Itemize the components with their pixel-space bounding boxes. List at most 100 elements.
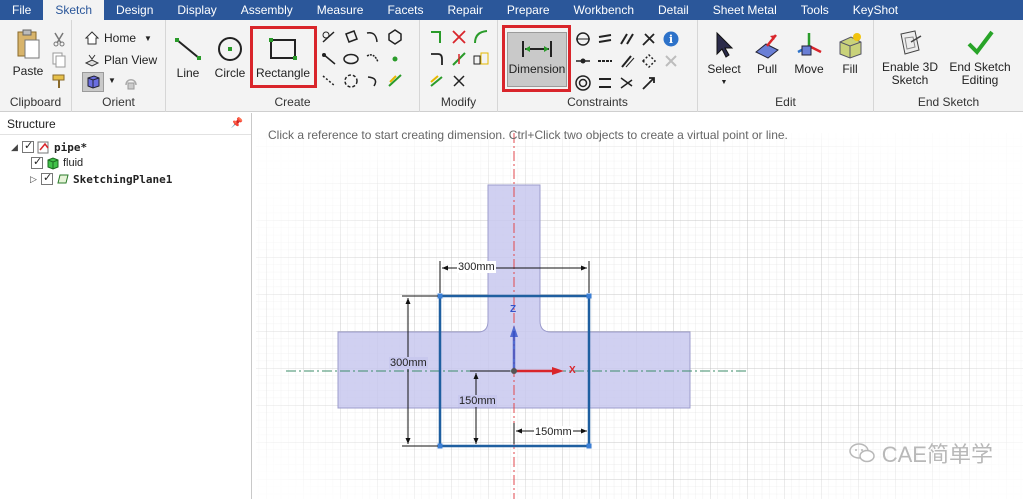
equal-length-icon[interactable] [596, 30, 614, 48]
tangent-constraint-icon[interactable] [618, 74, 636, 92]
menu-tab-repair[interactable]: Repair [435, 0, 494, 20]
menu-tab-facets[interactable]: Facets [375, 0, 435, 20]
concentric-constraint-icon[interactable] [574, 30, 592, 48]
paste-icon [17, 29, 40, 59]
select-label: Select [707, 62, 741, 76]
three-point-circle-icon[interactable] [342, 72, 360, 90]
horizontal-constraint-icon[interactable] [596, 52, 614, 70]
menu-tab-display[interactable]: Display [165, 0, 228, 20]
polygon-icon[interactable] [386, 28, 404, 46]
modify-group: Modify [420, 20, 498, 112]
tangent-arc-icon[interactable] [364, 72, 382, 90]
menu-tab-assembly[interactable]: Assembly [229, 0, 305, 20]
offset-curve-icon[interactable] [428, 72, 446, 90]
home-button[interactable]: Home ▼ [84, 30, 152, 46]
rectangle-corner-handle[interactable] [437, 293, 443, 299]
menu-tab-measure[interactable]: Measure [305, 0, 376, 20]
trim-away-icon[interactable] [450, 28, 468, 46]
info-icon[interactable]: i [662, 30, 680, 48]
rectangle-corner-handle[interactable] [586, 443, 592, 449]
enable-3d-sketch-button[interactable]: Enable 3D Sketch [878, 28, 942, 87]
collapse-triangle-icon[interactable]: ◢ [10, 142, 19, 153]
circle-icon [218, 37, 242, 61]
line-button[interactable]: Line [171, 34, 205, 80]
three-point-rectangle-icon[interactable] [342, 28, 360, 46]
fixed-constraint-icon[interactable] [574, 74, 592, 92]
face-curve-icon[interactable] [386, 72, 404, 90]
extend-curve-icon[interactable] [450, 72, 468, 90]
scale-icon[interactable] [472, 50, 490, 68]
parallel-constraint-icon[interactable] [618, 30, 636, 48]
cut-icon[interactable] [50, 30, 68, 48]
menu-tab-file[interactable]: File [0, 0, 43, 20]
end-sketch-editing-button[interactable]: End Sketch Editing [946, 28, 1014, 87]
dimension-bottom-label[interactable]: 150mm [534, 426, 573, 438]
create-rounded-corner-icon[interactable] [428, 50, 446, 68]
menu-tab-design[interactable]: Design [104, 0, 165, 20]
tree-item-sketching-plane[interactable]: ▷ SketchingPlane1 [29, 171, 172, 187]
rotate-view-icon[interactable] [122, 73, 140, 91]
tree-item-pipe[interactable]: ◢ pipe* [10, 139, 87, 155]
fill-button[interactable]: Fill [832, 30, 868, 76]
view-cube-button[interactable] [82, 72, 104, 92]
copy-icon[interactable] [50, 51, 68, 69]
menu-tab-detail[interactable]: Detail [646, 0, 701, 20]
fill-icon [839, 33, 862, 59]
spline-icon[interactable] [320, 72, 338, 90]
rectangle-corner-handle[interactable] [586, 293, 592, 299]
circle-label: Circle [214, 66, 246, 80]
menu-tab-tools[interactable]: Tools [789, 0, 841, 20]
solid-body-icon [47, 157, 59, 170]
tangent-line-icon[interactable] [320, 28, 338, 46]
sweep-arc-icon[interactable] [364, 28, 382, 46]
visibility-checkbox[interactable] [31, 155, 43, 169]
expand-triangle-icon[interactable]: ▷ [29, 174, 38, 185]
paste-button[interactable]: Paste [8, 28, 48, 78]
midpoint-constraint-icon[interactable] [574, 52, 592, 70]
menu-tab-sketch[interactable]: Sketch [43, 0, 105, 20]
perpendicular-tangent-icon[interactable] [640, 30, 658, 48]
circle-button[interactable]: Circle [212, 34, 248, 80]
tree-item-label: SketchingPlane1 [73, 172, 173, 186]
vertical-constraint-icon[interactable] [618, 52, 636, 70]
dimension-inner-label[interactable]: 150mm [458, 395, 497, 407]
select-button[interactable]: Select ▼ [704, 30, 744, 89]
dimension-left-label[interactable]: 300mm [389, 357, 428, 369]
move-button[interactable]: Move [790, 30, 828, 76]
point-icon[interactable] [386, 50, 404, 68]
pull-button[interactable]: Pull [748, 30, 786, 76]
orient-group-label: Orient [102, 95, 135, 109]
split-curve-icon[interactable] [450, 50, 468, 68]
tree-item-fluid[interactable]: fluid [31, 155, 83, 171]
bend-icon[interactable] [472, 28, 490, 46]
collinear-constraint-icon[interactable] [596, 74, 614, 92]
visibility-checkbox[interactable] [22, 139, 34, 153]
ellipse-icon[interactable] [342, 50, 360, 68]
format-painter-icon[interactable] [50, 72, 68, 90]
menu-tab-prepare[interactable]: Prepare [495, 0, 562, 20]
paste-label: Paste [12, 64, 44, 78]
end-sketch-group-label: End Sketch [917, 95, 980, 109]
dimension-highlight-box [502, 25, 571, 92]
constraints-group: Dimension i Constraints [498, 20, 698, 112]
construction-line-icon[interactable] [320, 50, 338, 68]
three-point-arc-icon[interactable] [364, 50, 382, 68]
view-dropdown-chevron-icon[interactable]: ▼ [108, 76, 116, 85]
menu-tab-workbench[interactable]: Workbench [562, 0, 646, 20]
menu-tab-keyshot[interactable]: KeyShot [841, 0, 910, 20]
symmetric-constraint-icon[interactable] [640, 74, 658, 92]
sketch-canvas[interactable]: Click a reference to start creating dime… [256, 113, 1023, 499]
ribbon-tab-bar: File Sketch Design Display Assembly Measure Fa… [0, 0, 1023, 20]
coincident-constraint-icon[interactable] [640, 52, 658, 70]
move-icon [797, 33, 822, 56]
watermark: CAE简单学 [848, 437, 993, 469]
rectangle-corner-handle[interactable] [437, 443, 443, 449]
create-corner-icon[interactable] [428, 28, 446, 46]
dimension-top-label[interactable]: 300mm [457, 261, 496, 273]
pin-icon[interactable]: 📌 [231, 113, 243, 135]
visibility-checkbox[interactable] [41, 171, 53, 185]
remove-constraint-icon[interactable] [662, 52, 680, 70]
plan-view-button[interactable]: Plan View [84, 52, 157, 68]
sketch-plane-icon [57, 174, 69, 184]
menu-tab-sheet-metal[interactable]: Sheet Metal [701, 0, 789, 20]
